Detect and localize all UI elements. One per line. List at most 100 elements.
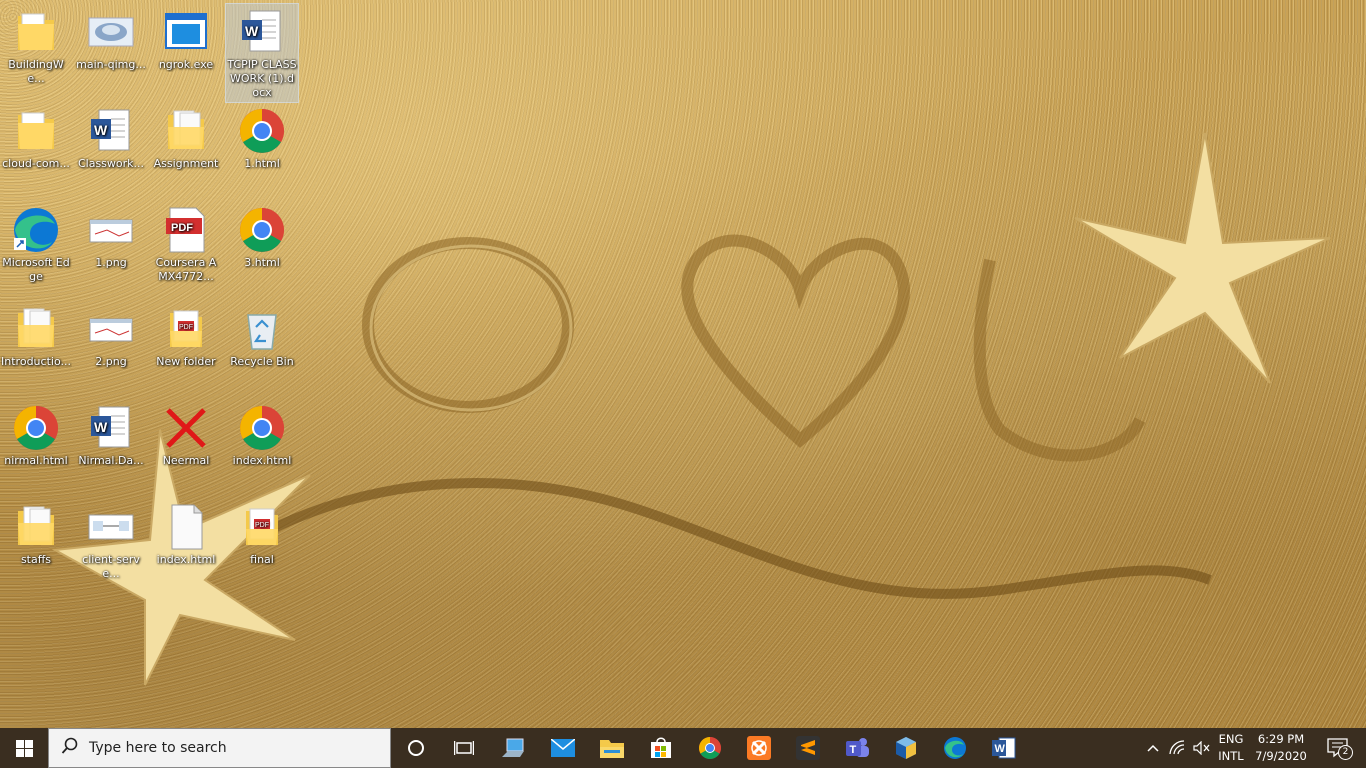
desktop-icon[interactable]: index.html xyxy=(226,400,298,492)
desktop-icon-label: 2.png xyxy=(95,355,127,368)
svg-text:W: W xyxy=(995,743,1006,755)
desktop-icon[interactable]: index.html xyxy=(150,499,222,591)
keyboard-layout: INTL xyxy=(1218,749,1244,763)
desktop-icon[interactable]: PDF Coursera AMX4772... xyxy=(150,202,222,294)
desktop-icon-label: BuildingWe... xyxy=(8,58,64,85)
desktop-icon[interactable]: Microsoft Edge xyxy=(0,202,72,294)
word-icon: W xyxy=(992,736,1016,760)
clock-time: 6:29 PM xyxy=(1257,732,1305,746)
store-button[interactable] xyxy=(637,728,685,768)
chevron-up-icon xyxy=(1147,744,1159,752)
chrome-html-icon xyxy=(238,107,286,155)
folder-icon: PDF xyxy=(238,503,286,551)
search-icon xyxy=(61,737,79,759)
desktop-icon[interactable]: 1.png xyxy=(75,202,147,294)
edge-taskbar-button[interactable] xyxy=(931,728,979,768)
desktop-icon[interactable]: 2.png xyxy=(75,301,147,393)
desktop-icon[interactable]: Introductio... xyxy=(0,301,72,393)
virtualbox-button[interactable] xyxy=(882,728,930,768)
chrome-html-icon xyxy=(12,404,60,452)
desktop-icon-label: main-qimg... xyxy=(76,58,146,71)
svg-text:W: W xyxy=(94,122,108,138)
file-explorer-button[interactable] xyxy=(588,728,636,768)
word-document-icon: W xyxy=(238,8,286,56)
show-hidden-icons-button[interactable] xyxy=(1140,728,1166,768)
taskbar: Type here to search T W ENG INTL 6:29 PM… xyxy=(0,728,1366,768)
desktop-icon[interactable]: Assignment xyxy=(150,103,222,195)
desktop-icon[interactable]: PDF New folder xyxy=(150,301,222,393)
wifi-icon xyxy=(1169,740,1187,756)
chrome-icon xyxy=(698,736,722,760)
desktop-icon[interactable]: cloud-com... xyxy=(0,103,72,195)
teams-button[interactable]: T xyxy=(833,728,881,768)
word-taskbar-button[interactable]: W xyxy=(980,728,1028,768)
teams-icon: T xyxy=(844,736,870,760)
desktop-icon[interactable]: 3.html xyxy=(226,202,298,294)
this-pc-button[interactable] xyxy=(490,728,538,768)
svg-text:PDF: PDF xyxy=(179,324,193,331)
executable-icon xyxy=(162,8,210,56)
chrome-html-icon xyxy=(238,206,286,254)
desktop-icon[interactable]: W Classwork... xyxy=(75,103,147,195)
svg-text:W: W xyxy=(94,419,108,435)
volume-muted-icon xyxy=(1193,741,1211,755)
png-image-icon xyxy=(87,305,135,353)
xampp-icon xyxy=(747,736,771,760)
language-code: ENG xyxy=(1218,732,1244,746)
chrome-taskbar-button[interactable] xyxy=(686,728,734,768)
cortana-button[interactable] xyxy=(392,728,440,768)
cortana-circle-icon xyxy=(407,739,425,757)
folder-icon: PDF xyxy=(162,305,210,353)
windows-logo-icon xyxy=(15,739,33,757)
desktop-icon-label: Classwork... xyxy=(77,157,145,170)
desktop-icon-label: index.html xyxy=(232,454,292,467)
mail-icon xyxy=(551,739,575,757)
start-button[interactable] xyxy=(0,728,48,768)
input-language-indicator[interactable]: ENG INTL xyxy=(1214,731,1248,765)
desktop-icon[interactable]: ngrok.exe xyxy=(150,4,222,96)
virtualbox-icon xyxy=(894,736,918,760)
svg-text:T: T xyxy=(850,744,857,756)
broken-shortcut-icon xyxy=(162,404,210,452)
edge-shortcut-icon xyxy=(12,206,60,254)
desktop-icon-label: client-serve... xyxy=(82,553,140,580)
sublime-icon xyxy=(796,736,820,760)
desktop-icon-label: final xyxy=(250,553,274,566)
desktop-icon-label: New folder xyxy=(156,355,216,368)
desktop-icon[interactable]: nirmal.html xyxy=(0,400,72,492)
desktop-icon[interactable]: BuildingWe... xyxy=(0,4,72,96)
blank-file-icon xyxy=(162,503,210,551)
xampp-button[interactable] xyxy=(735,728,783,768)
clock[interactable]: 6:29 PM 7/9/2020 xyxy=(1248,731,1314,765)
desktop-icon-label: Microsoft Edge xyxy=(2,256,70,283)
desktop-icon[interactable]: 1.html xyxy=(226,103,298,195)
desktop-icon[interactable]: Neermal xyxy=(150,400,222,492)
action-center-button[interactable]: 2 xyxy=(1316,728,1360,768)
volume-button[interactable] xyxy=(1190,728,1214,768)
task-view-button[interactable] xyxy=(440,728,488,768)
task-view-icon xyxy=(454,739,474,757)
desktop-icon[interactable]: client-serve... xyxy=(75,499,147,591)
desktop-icon[interactable]: W TCPIP CLASSWORK (1).docx xyxy=(225,3,299,103)
desktop-icon[interactable]: staffs xyxy=(0,499,72,591)
desktop-icon[interactable]: PDF final xyxy=(226,499,298,591)
png-image-icon xyxy=(87,206,135,254)
desktop-icon-label: Coursera AMX4772... xyxy=(155,256,217,283)
word-document-icon: W xyxy=(87,107,135,155)
svg-text:PDF: PDF xyxy=(255,522,269,529)
mail-button[interactable] xyxy=(539,728,587,768)
sublime-button[interactable] xyxy=(784,728,832,768)
image-file-icon xyxy=(87,8,135,56)
taskbar-search-box[interactable]: Type here to search xyxy=(48,728,391,768)
desktop-icon-label: TCPIP CLASSWORK (1).docx xyxy=(227,58,297,99)
diagram-image-icon xyxy=(87,503,135,551)
desktop-icon[interactable]: main-qimg... xyxy=(75,4,147,96)
file-explorer-icon xyxy=(600,738,624,758)
recycle-bin-icon xyxy=(238,305,286,353)
store-icon xyxy=(650,737,672,759)
desktop-icon[interactable]: W Nirmal.Da... xyxy=(75,400,147,492)
desktop-icon-label: Recycle Bin xyxy=(230,355,294,368)
desktop-icon-label: cloud-com... xyxy=(2,157,70,170)
network-button[interactable] xyxy=(1166,728,1190,768)
desktop-icon[interactable]: Recycle Bin xyxy=(226,301,298,393)
